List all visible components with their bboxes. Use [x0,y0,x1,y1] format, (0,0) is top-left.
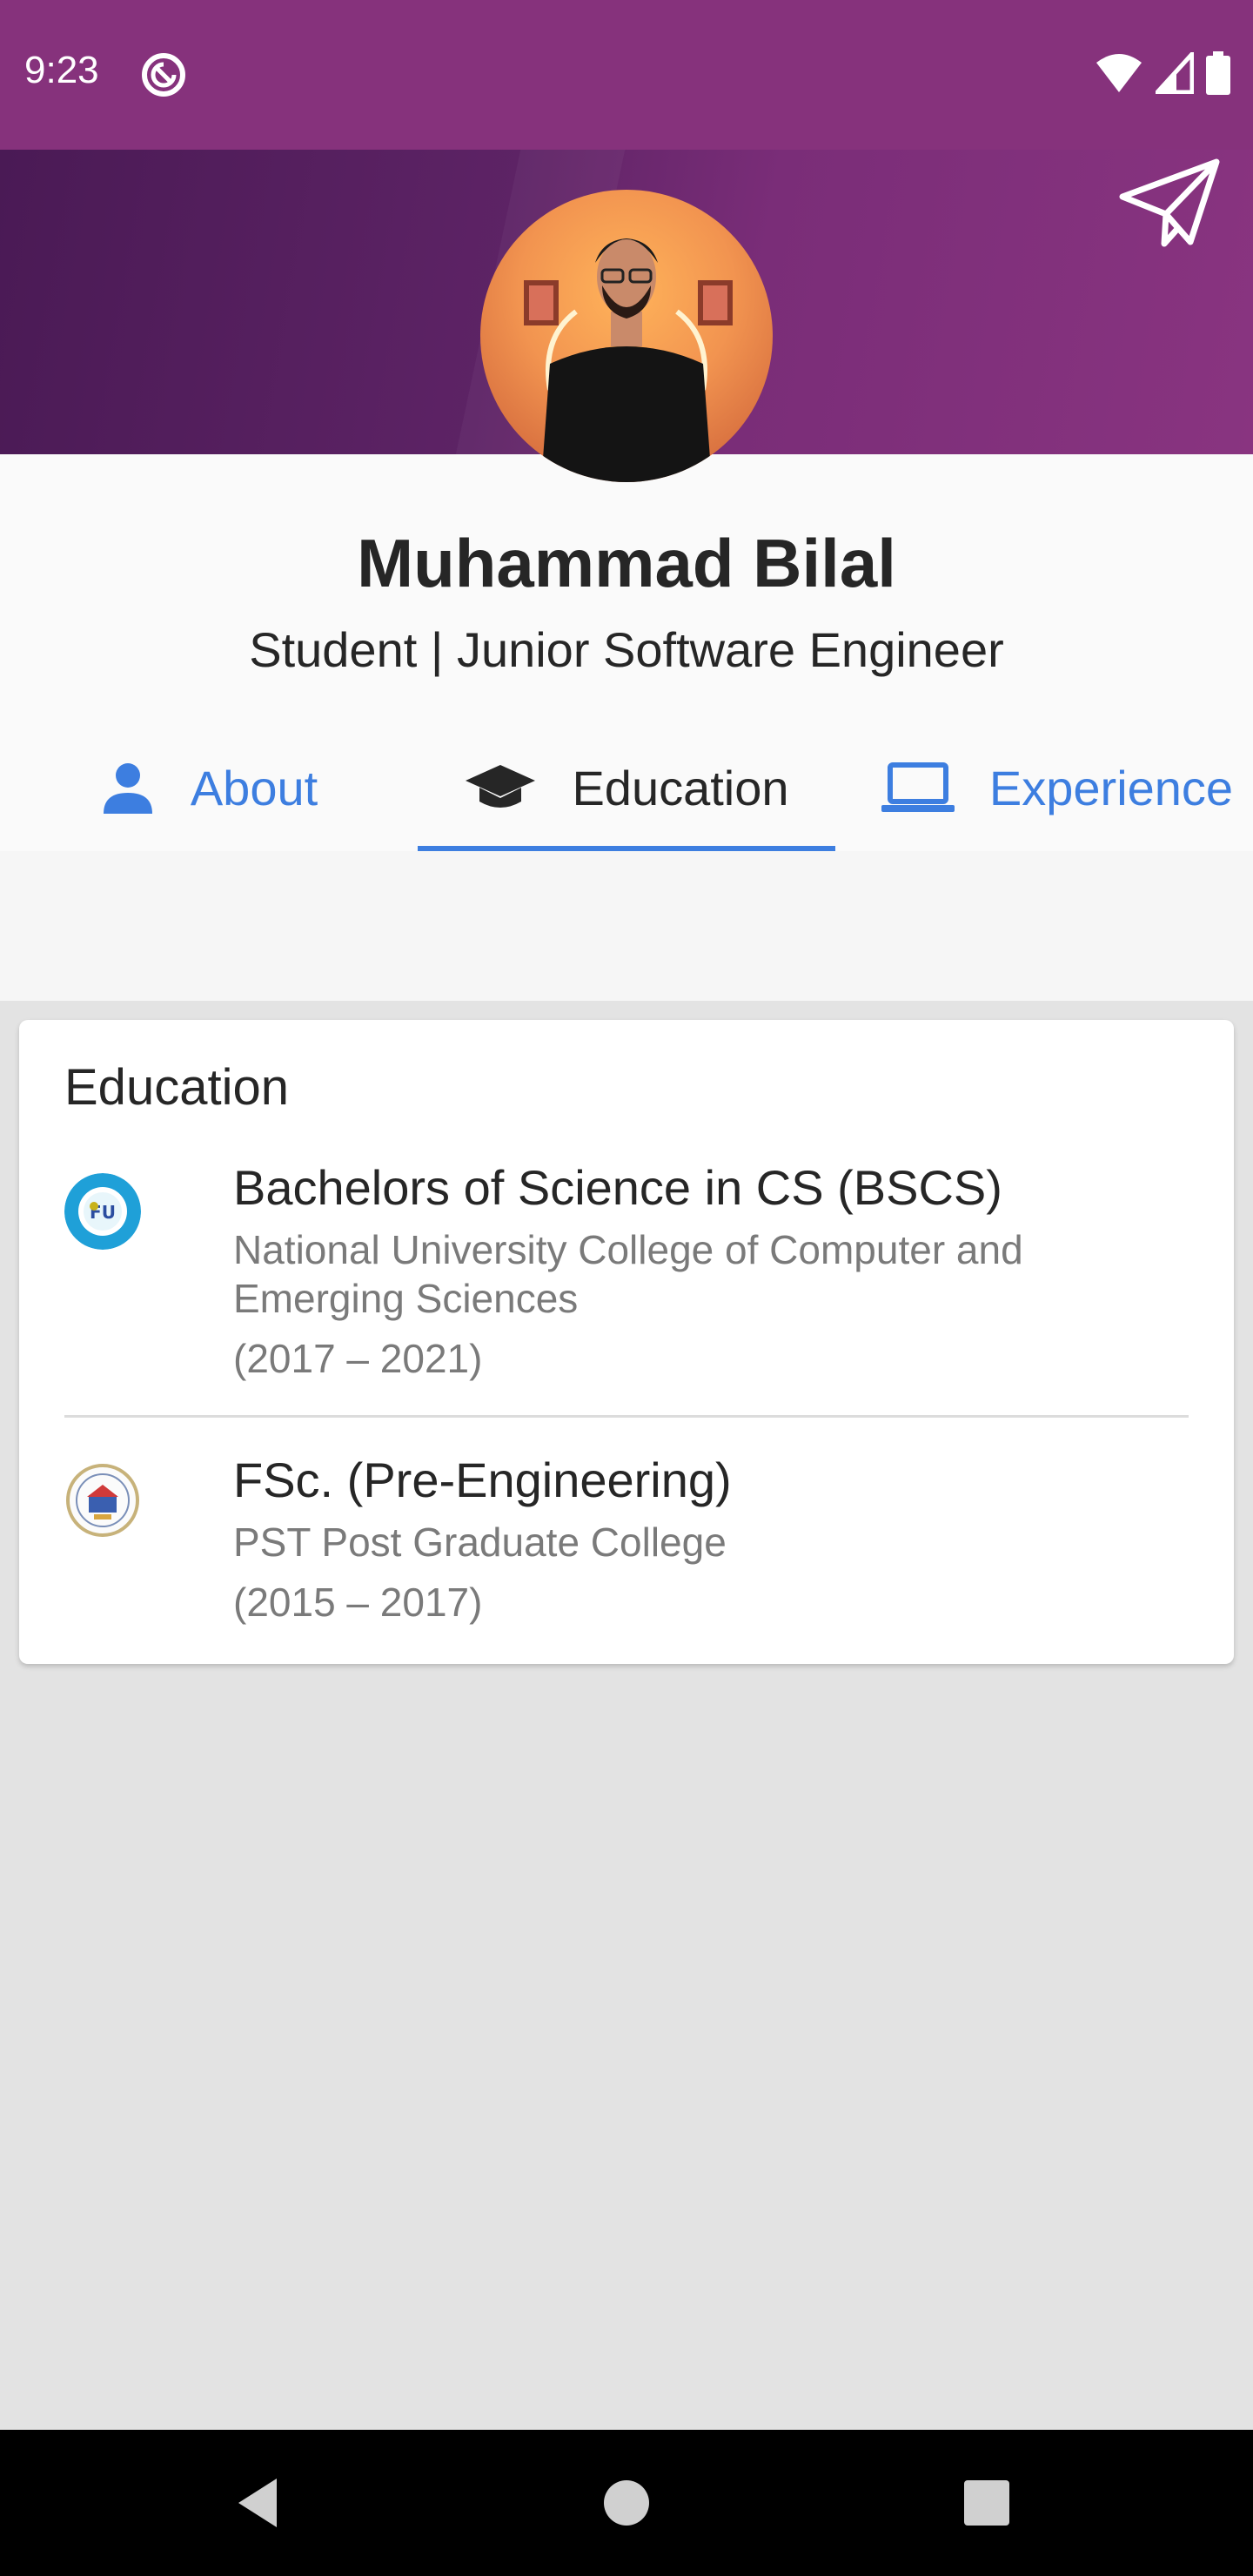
education-school: PST Post Graduate College [233,1519,727,1565]
education-years: (2017 – 2021) [233,1336,483,1381]
do-not-disturb-icon [139,50,188,99]
battery-icon [1206,50,1230,99]
tab-education[interactable]: Education [418,724,835,851]
profile-subtitle: Student | Junior Software Engineer [249,622,1004,677]
avatar [480,190,773,482]
education-card: Education FU Bachelors of Science in CS … [19,1020,1234,1664]
graduation-cap-icon [464,761,537,814]
divider [64,1415,1189,1418]
profile-name: Muhammad Bilal [357,525,896,601]
education-years: (2015 – 2017) [233,1580,483,1625]
cellular-signal-icon [1152,48,1195,98]
wifi-icon [1095,52,1143,98]
laptop-icon [881,761,955,814]
education-card-title: Education [64,1059,289,1116]
status-time: 9:23 [24,49,99,91]
send-message-button[interactable] [1117,158,1222,251]
fast-nu-logo-icon: FU [64,1173,141,1250]
tab-about[interactable]: About [0,724,418,851]
system-navigation-bar [0,2430,1253,2576]
education-degree: Bachelors of Science in CS (BSCS) [233,1160,1002,1215]
education-degree: FSc. (Pre-Engineering) [233,1452,732,1507]
tab-education-label: Education [572,760,789,815]
tab-experience-label: Experience [988,760,1234,815]
profile-tabs: About Education Experience [0,724,1253,851]
home-icon[interactable] [592,2468,661,2538]
back-icon[interactable] [226,2468,296,2538]
profile-section: Muhammad Bilal Student | Junior Software… [0,454,1253,851]
tab-experience[interactable]: Experience [835,724,1253,851]
pst-college-logo-icon [64,1462,141,1539]
recents-icon[interactable] [952,2468,1022,2538]
education-school: National University College of Computer … [233,1227,1023,1321]
content-spacer [0,851,1253,1001]
tab-about-label: About [190,760,318,815]
status-icons [1095,48,1230,99]
status-bar: 9:23 [0,0,1253,150]
person-icon [100,760,156,815]
